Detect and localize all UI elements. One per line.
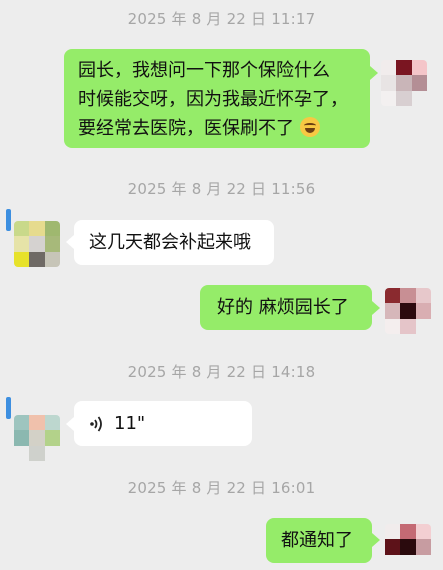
message-text: 都通知了 (281, 530, 353, 551)
bubble-tail (372, 533, 380, 547)
laughing-crying-emoji-icon (299, 117, 320, 137)
self-avatar[interactable] (385, 288, 431, 334)
bubble-tail (66, 417, 74, 431)
contact-avatar[interactable] (14, 221, 60, 267)
message-text: 这几天都会补起来哦 (89, 232, 251, 253)
message-bubble-outgoing[interactable]: 好的 麻烦园长了 (200, 285, 372, 330)
timestamp: 2025 年 8 月 22 日 16:01 (127, 479, 316, 497)
bubble-tail (372, 301, 380, 315)
contact-avatar[interactable] (14, 415, 60, 461)
avatar-marker (6, 209, 11, 231)
avatar-marker (6, 397, 11, 419)
voice-duration: 11" (114, 413, 146, 434)
message-line: 园长，我想问一下那个保险什么 (78, 60, 330, 81)
message-text: 好的 麻烦园长了 (217, 297, 349, 318)
message-bubble-outgoing[interactable]: 园长，我想问一下那个保险什么 时候能交呀，因为我最近怀孕了， 要经常去医院，医保… (64, 49, 370, 148)
voice-message-bubble[interactable]: 11" (74, 401, 252, 446)
self-avatar[interactable] (385, 524, 431, 570)
timestamp: 2025 年 8 月 22 日 11:17 (127, 10, 316, 28)
message-bubble-outgoing[interactable]: 都通知了 (266, 518, 372, 563)
timestamp: 2025 年 8 月 22 日 11:56 (127, 180, 316, 198)
voice-wave-icon (90, 416, 102, 432)
bubble-tail (66, 235, 74, 249)
timestamp: 2025 年 8 月 22 日 14:18 (127, 363, 316, 381)
message-line: 时候能交呀，因为我最近怀孕了， (78, 89, 348, 110)
self-avatar[interactable] (381, 60, 427, 106)
message-bubble-incoming[interactable]: 这几天都会补起来哦 (74, 220, 274, 265)
message-line: 要经常去医院，医保刷不了 (78, 114, 360, 143)
bubble-tail (370, 66, 378, 80)
